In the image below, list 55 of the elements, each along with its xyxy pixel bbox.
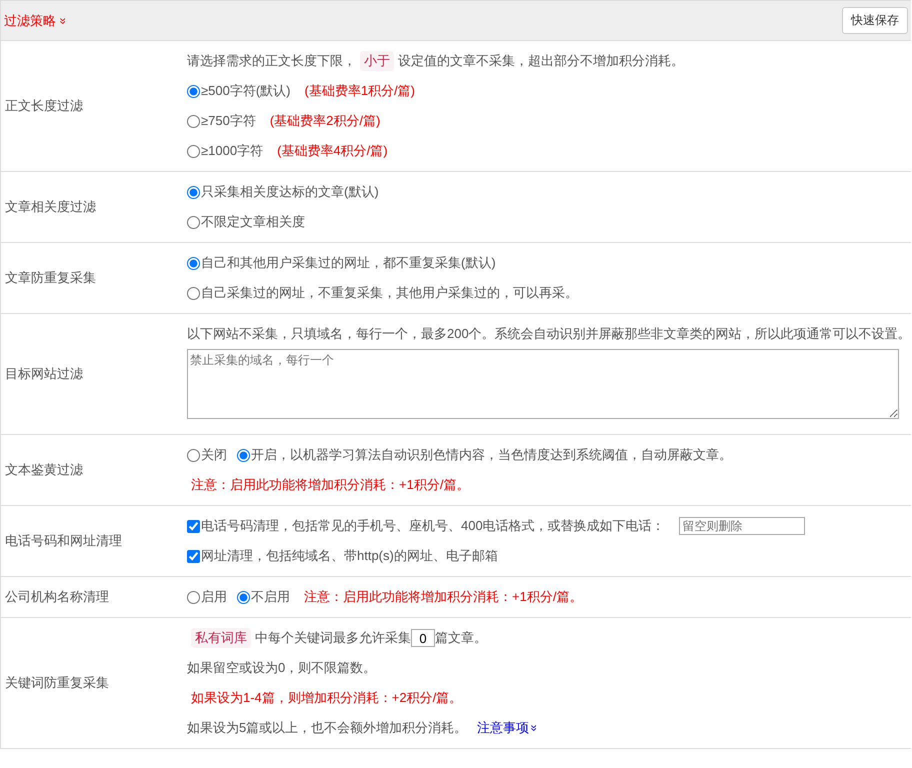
row-label: 公司机构名称清理 bbox=[4, 588, 110, 606]
description-text: 请选择需求的正文长度下限， bbox=[187, 52, 356, 70]
option-label[interactable]: 不启用 bbox=[251, 588, 290, 606]
note-text: (基础费率4积分/篇) bbox=[277, 142, 388, 160]
option-label[interactable]: 自己和其他用户采集过的网址，都不重复采集(默认) bbox=[201, 254, 496, 272]
option-label[interactable]: 开启，以机器学习算法自动识别色情内容，当色情度达到系统阈值，自动屏蔽文章。 bbox=[251, 446, 732, 464]
option-label[interactable]: ≥500字符(默认) bbox=[201, 82, 290, 100]
option-label[interactable]: 只采集相关度达标的文章(默认) bbox=[201, 183, 379, 201]
option-label[interactable]: 关闭 bbox=[201, 446, 227, 464]
radio-button[interactable] bbox=[187, 590, 200, 604]
option-label[interactable]: 自己采集过的网址，不重复采集，其他用户采集过的，可以再采。 bbox=[201, 284, 578, 302]
phone-input-field[interactable]: 留空则删除 bbox=[678, 517, 805, 535]
option-label[interactable]: 启用 bbox=[201, 588, 227, 606]
note-text: 注意：启用此功能将增加积分消耗：+1积分/篇。 bbox=[304, 588, 582, 606]
highlight-tag: 小于 bbox=[360, 51, 394, 71]
row-label: 文本鉴黄过滤 bbox=[4, 461, 84, 479]
option-label[interactable]: 电话号码清理，包括常见的手机号、座机号、400电话格式，或替换成如下电话： bbox=[201, 517, 665, 535]
radio-button[interactable] bbox=[187, 448, 200, 462]
save-button[interactable]: 快速保存 bbox=[842, 7, 908, 34]
option-label[interactable]: ≥750字符 bbox=[201, 112, 256, 130]
description-text: 如果留空或设为0，则不限篇数。 bbox=[187, 659, 376, 677]
domain-text-area[interactable]: 禁止采集的域名，每行一个 bbox=[187, 349, 899, 419]
row-label: 电话号码和网址清理 bbox=[4, 532, 123, 550]
description-text: 中每个关键词最多允许采集 bbox=[255, 629, 411, 647]
row-label: 目标网站过滤 bbox=[4, 365, 84, 383]
chevron-icon[interactable]: » bbox=[528, 724, 541, 732]
radio-button[interactable] bbox=[237, 590, 250, 604]
radio-button[interactable] bbox=[187, 144, 200, 158]
option-label[interactable]: 网址清理，包括纯域名、带http(s)的网址、电子邮箱 bbox=[201, 547, 498, 565]
description-text: 设定值的文章不采集，超出部分不增加积分消耗。 bbox=[398, 52, 684, 70]
row-label: 关键词防重复采集 bbox=[4, 674, 110, 692]
radio-button[interactable] bbox=[187, 216, 200, 228]
note-text: (基础费率1积分/篇) bbox=[304, 82, 415, 100]
radio-button[interactable] bbox=[237, 448, 250, 462]
note-text: (基础费率2积分/篇) bbox=[270, 112, 380, 130]
description-text: 如果设为5篇或以上，也不会额外增加积分消耗。 bbox=[187, 719, 468, 737]
row-label: 正文长度过滤 bbox=[4, 97, 84, 115]
highlight-tag: 私有词库 bbox=[191, 628, 251, 648]
description-text: 以下网站不采集，只填域名，每行一个，最多200个。系统会自动识别并屏蔽那些非文章类的网站，所以此项通常可以不设置。 bbox=[187, 325, 911, 343]
radio-button[interactable] bbox=[187, 84, 200, 98]
option-label[interactable]: 不限定文章相关度 bbox=[201, 213, 305, 231]
radio-button[interactable] bbox=[187, 186, 200, 198]
count-input-field[interactable]: 0 bbox=[411, 629, 435, 647]
note-text: 注意：启用此功能将增加积分消耗：+1积分/篇。 bbox=[191, 476, 470, 494]
link[interactable]: 注意事项 bbox=[477, 719, 530, 737]
note-text: 如果设为1-4篇，则增加积分消耗：+2积分/篇。 bbox=[191, 689, 462, 707]
row-label: 文章相关度过滤 bbox=[4, 198, 97, 216]
radio-button[interactable] bbox=[187, 256, 200, 270]
row-label: 文章防重复采集 bbox=[4, 269, 97, 287]
radio-button[interactable] bbox=[187, 286, 200, 300]
checkbox[interactable] bbox=[187, 520, 200, 532]
description-text: 篇文章。 bbox=[435, 629, 487, 647]
option-label[interactable]: ≥1000字符 bbox=[201, 142, 264, 160]
checkbox[interactable] bbox=[187, 550, 200, 562]
radio-button[interactable] bbox=[187, 114, 200, 128]
